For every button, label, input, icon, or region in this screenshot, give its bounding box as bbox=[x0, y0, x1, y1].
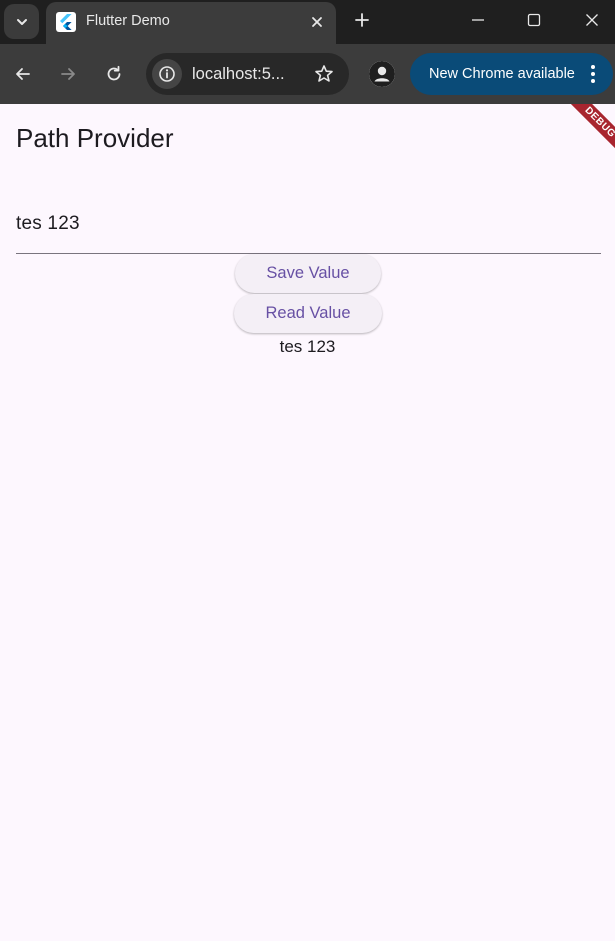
close-icon bbox=[312, 17, 322, 27]
value-text-field[interactable]: tes 123 bbox=[16, 199, 601, 254]
app-viewport: Path Provider tes 123 Save Value Read Va… bbox=[0, 104, 615, 941]
save-value-button[interactable]: Save Value bbox=[235, 254, 381, 293]
text-field-value: tes 123 bbox=[16, 213, 80, 234]
site-info-button[interactable] bbox=[152, 59, 182, 89]
browser-toolbar: localhost:5... New Chrome available bbox=[0, 44, 615, 104]
read-result-text: tes 123 bbox=[279, 337, 336, 356]
reload-icon bbox=[107, 65, 121, 81]
window-minimize-button[interactable] bbox=[450, 0, 506, 40]
back-button[interactable] bbox=[8, 59, 38, 89]
save-value-label: Save Value bbox=[266, 264, 350, 282]
tab-strip: Flutter Demo bbox=[0, 0, 615, 44]
update-chrome-button[interactable]: New Chrome available bbox=[410, 53, 613, 95]
browser-tab[interactable]: Flutter Demo bbox=[46, 2, 336, 44]
read-value-button[interactable]: Read Value bbox=[234, 294, 382, 333]
bookmark-button[interactable] bbox=[313, 63, 335, 85]
info-icon bbox=[159, 66, 175, 82]
profile-icon bbox=[369, 61, 395, 87]
flutter-logo-icon bbox=[56, 12, 76, 32]
more-vertical-icon bbox=[591, 65, 595, 83]
address-bar[interactable]: localhost:5... bbox=[146, 53, 349, 95]
reload-button[interactable] bbox=[99, 59, 129, 89]
tab-title: Flutter Demo bbox=[86, 13, 170, 29]
page-title: Path Provider bbox=[16, 123, 174, 153]
chrome-menu-button[interactable] bbox=[583, 64, 603, 84]
read-value-label: Read Value bbox=[265, 304, 351, 322]
update-chrome-label: New Chrome available bbox=[429, 66, 575, 82]
star-icon bbox=[315, 65, 333, 82]
tab-close-button[interactable] bbox=[306, 11, 328, 33]
forward-button[interactable] bbox=[53, 59, 83, 89]
plus-icon bbox=[355, 13, 369, 27]
maximize-icon bbox=[527, 13, 541, 27]
debug-banner: DEBUG bbox=[555, 104, 615, 167]
chevron-down-icon bbox=[16, 18, 27, 25]
minimize-icon bbox=[472, 19, 484, 21]
arrow-left-icon bbox=[16, 68, 30, 80]
window-maximize-button[interactable] bbox=[506, 0, 562, 40]
address-bar-url: localhost:5... bbox=[192, 65, 285, 83]
tab-search-button[interactable] bbox=[4, 4, 39, 39]
arrow-right-icon bbox=[61, 68, 75, 80]
new-tab-button[interactable] bbox=[348, 6, 376, 34]
close-icon bbox=[586, 14, 598, 26]
window-close-button[interactable] bbox=[564, 0, 615, 40]
profile-button[interactable] bbox=[369, 61, 395, 87]
